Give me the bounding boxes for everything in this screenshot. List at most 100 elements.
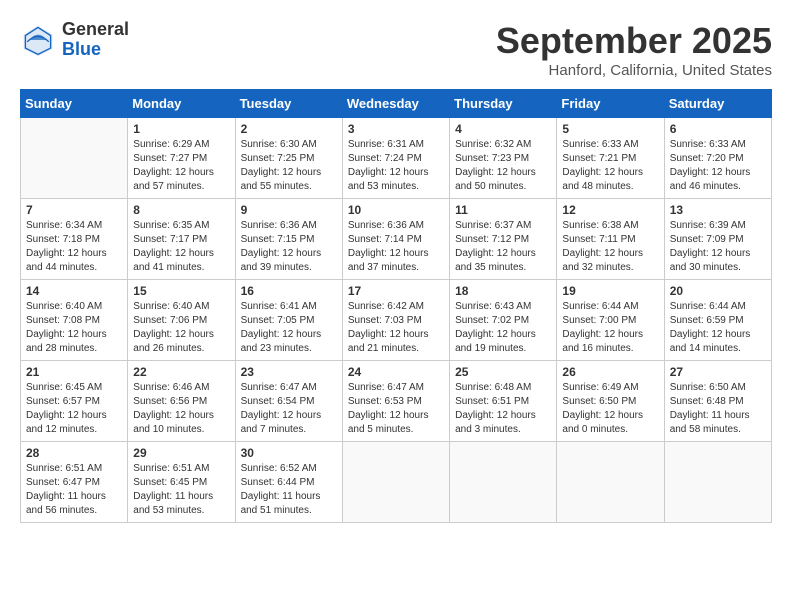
day-number: 13 [670,203,766,217]
day-number: 28 [26,446,122,460]
weekday-header-saturday: Saturday [664,90,771,118]
calendar-cell: 2 Sunrise: 6:30 AM Sunset: 7:25 PM Daylig… [235,118,342,199]
calendar-cell: 20Sunrise: 6:44 AM Sunset: 6:59 PM Dayli… [664,280,771,361]
day-number: 25 [455,365,551,379]
day-number: 17 [348,284,444,298]
day-info: Sunrise: 6:44 AM Sunset: 7:00 PM Dayligh… [562,300,658,356]
day-number: 22 [133,365,229,379]
day-info: Sunrise: 6:52 AM Sunset: 6:44 PM Dayligh… [241,462,337,518]
day-info: Sunrise: 6:36 AM Sunset: 7:14 PM Dayligh… [348,219,444,275]
day-number: 6 [670,122,766,136]
calendar-cell: 19 Sunrise: 6:44 AM Sunset: 7:00 PM Dayli… [557,280,664,361]
day-info: Sunrise: 6:38 AM Sunset: 7:11 PM Dayligh… [562,219,658,275]
day-info: Sunrise: 6:48 AM Sunset: 6:51 PM Dayligh… [455,381,551,437]
location-subtitle: Hanford, California, United States [496,62,772,79]
weekday-header-tuesday: Tuesday [235,90,342,118]
logo: General Blue [20,20,129,60]
calendar-cell: 18 Sunrise: 6:43 AM Sunset: 7:02 PM Dayli… [450,280,557,361]
calendar-cell: 12 Sunrise: 6:38 AM Sunset: 7:11 PM Dayli… [557,199,664,280]
day-info: Sunrise: 6:42 AM Sunset: 7:03 PM Dayligh… [348,300,444,356]
calendar-cell: 23Sunrise: 6:47 AM Sunset: 6:54 PM Dayli… [235,361,342,442]
day-info: Sunrise: 6:50 AM Sunset: 6:48 PM Dayligh… [670,381,766,437]
calendar-cell: 11 Sunrise: 6:37 AM Sunset: 7:12 PM Dayli… [450,199,557,280]
day-number: 8 [133,203,229,217]
day-number: 18 [455,284,551,298]
day-info: Sunrise: 6:39 AM Sunset: 7:09 PM Dayligh… [670,219,766,275]
day-info: Sunrise: 6:44 AM Sunset: 6:59 PM Dayligh… [670,300,766,356]
title-area: September 2025 Hanford, California, Unit… [496,20,772,79]
calendar-cell [664,442,771,523]
calendar-cell: 10 Sunrise: 6:36 AM Sunset: 7:14 PM Dayli… [342,199,449,280]
day-number: 19 [562,284,658,298]
calendar-cell: 17 Sunrise: 6:42 AM Sunset: 7:03 PM Dayli… [342,280,449,361]
calendar-cell: 3 Sunrise: 6:31 AM Sunset: 7:24 PM Daylig… [342,118,449,199]
logo-text: General Blue [62,20,129,60]
day-info: Sunrise: 6:47 AM Sunset: 6:53 PM Dayligh… [348,381,444,437]
day-info: Sunrise: 6:51 AM Sunset: 6:45 PM Dayligh… [133,462,229,518]
day-number: 5 [562,122,658,136]
day-info: Sunrise: 6:37 AM Sunset: 7:12 PM Dayligh… [455,219,551,275]
calendar-cell: 28 Sunrise: 6:51 AM Sunset: 6:47 PM Dayli… [21,442,128,523]
logo-blue-text: Blue [62,40,129,60]
day-number: 30 [241,446,337,460]
calendar-cell [557,442,664,523]
day-number: 16 [241,284,337,298]
day-number: 24 [348,365,444,379]
calendar-cell: 21 Sunrise: 6:45 AM Sunset: 6:57 PM Dayli… [21,361,128,442]
day-number: 26 [562,365,658,379]
weekday-header-wednesday: Wednesday [342,90,449,118]
day-number: 3 [348,122,444,136]
logo-general-text: General [62,20,129,40]
day-number: 10 [348,203,444,217]
day-number: 27 [670,365,766,379]
calendar-cell: 4 Sunrise: 6:32 AM Sunset: 7:23 PM Daylig… [450,118,557,199]
day-info: Sunrise: 6:36 AM Sunset: 7:15 PM Dayligh… [241,219,337,275]
calendar-cell: 27 Sunrise: 6:50 AM Sunset: 6:48 PM Dayli… [664,361,771,442]
day-info: Sunrise: 6:49 AM Sunset: 6:50 PM Dayligh… [562,381,658,437]
calendar-cell: 13 Sunrise: 6:39 AM Sunset: 7:09 PM Dayli… [664,199,771,280]
day-info: Sunrise: 6:31 AM Sunset: 7:24 PM Dayligh… [348,138,444,194]
day-info: Sunrise: 6:30 AM Sunset: 7:25 PM Dayligh… [241,138,337,194]
day-info: Sunrise: 6:51 AM Sunset: 6:47 PM Dayligh… [26,462,122,518]
calendar-cell: 9 Sunrise: 6:36 AM Sunset: 7:15 PM Daylig… [235,199,342,280]
calendar-cell [21,118,128,199]
day-info: Sunrise: 6:45 AM Sunset: 6:57 PM Dayligh… [26,381,122,437]
weekday-header-monday: Monday [128,90,235,118]
calendar-cell: 6 Sunrise: 6:33 AM Sunset: 7:20 PM Daylig… [664,118,771,199]
calendar-cell: 14Sunrise: 6:40 AM Sunset: 7:08 PM Dayli… [21,280,128,361]
day-info: Sunrise: 6:47 AM Sunset: 6:54 PM Dayligh… [241,381,337,437]
month-title: September 2025 [496,20,772,62]
day-info: Sunrise: 6:43 AM Sunset: 7:02 PM Dayligh… [455,300,551,356]
day-info: Sunrise: 6:33 AM Sunset: 7:21 PM Dayligh… [562,138,658,194]
weekday-header-sunday: Sunday [21,90,128,118]
calendar-cell: 26 Sunrise: 6:49 AM Sunset: 6:50 PM Dayli… [557,361,664,442]
day-number: 2 [241,122,337,136]
day-number: 21 [26,365,122,379]
calendar-cell: 25 Sunrise: 6:48 AM Sunset: 6:51 PM Dayli… [450,361,557,442]
calendar-cell: 16Sunrise: 6:41 AM Sunset: 7:05 PM Dayli… [235,280,342,361]
calendar-cell: 8 Sunrise: 6:35 AM Sunset: 7:17 PM Daylig… [128,199,235,280]
logo-icon [20,22,56,58]
day-info: Sunrise: 6:40 AM Sunset: 7:06 PM Dayligh… [133,300,229,356]
calendar-cell: 5 Sunrise: 6:33 AM Sunset: 7:21 PM Daylig… [557,118,664,199]
calendar-cell: 15Sunrise: 6:40 AM Sunset: 7:06 PM Dayli… [128,280,235,361]
day-info: Sunrise: 6:32 AM Sunset: 7:23 PM Dayligh… [455,138,551,194]
day-info: Sunrise: 6:46 AM Sunset: 6:56 PM Dayligh… [133,381,229,437]
calendar-cell: 30 Sunrise: 6:52 AM Sunset: 6:44 PM Dayli… [235,442,342,523]
day-number: 12 [562,203,658,217]
day-info: Sunrise: 6:34 AM Sunset: 7:18 PM Dayligh… [26,219,122,275]
day-number: 4 [455,122,551,136]
day-info: Sunrise: 6:35 AM Sunset: 7:17 PM Dayligh… [133,219,229,275]
calendar-cell: 7 Sunrise: 6:34 AM Sunset: 7:18 PM Daylig… [21,199,128,280]
weekday-header-friday: Friday [557,90,664,118]
day-number: 11 [455,203,551,217]
calendar-cell: 29 Sunrise: 6:51 AM Sunset: 6:45 PM Dayli… [128,442,235,523]
calendar-cell [450,442,557,523]
calendar-table: SundayMondayTuesdayWednesdayThursdayFrid… [20,89,772,523]
day-number: 7 [26,203,122,217]
day-number: 29 [133,446,229,460]
day-number: 9 [241,203,337,217]
calendar-cell: 24 Sunrise: 6:47 AM Sunset: 6:53 PM Dayli… [342,361,449,442]
calendar-cell: 22 Sunrise: 6:46 AM Sunset: 6:56 PM Dayli… [128,361,235,442]
day-info: Sunrise: 6:33 AM Sunset: 7:20 PM Dayligh… [670,138,766,194]
